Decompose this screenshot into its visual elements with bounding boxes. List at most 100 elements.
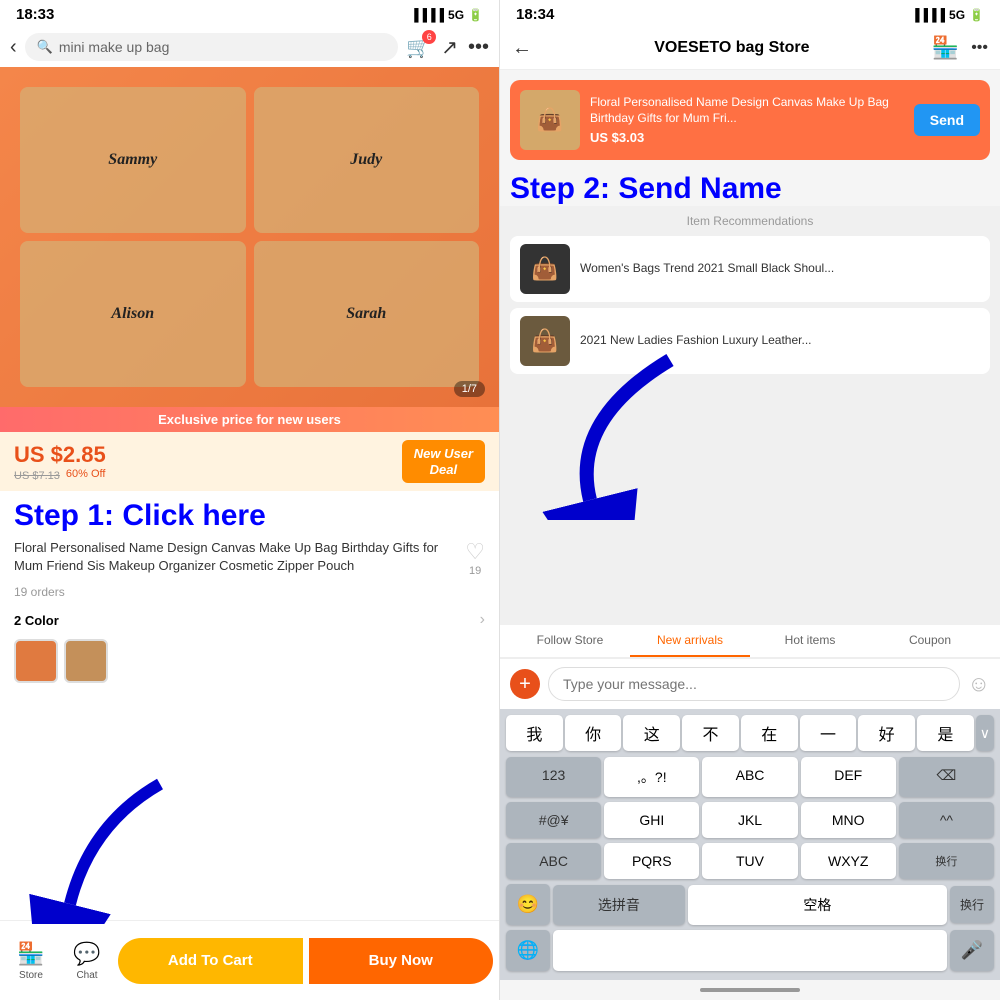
back-button-right[interactable]: ←: [512, 37, 532, 60]
tab-follow-store[interactable]: Follow Store: [510, 625, 630, 657]
key-abc2[interactable]: ABC: [506, 843, 601, 879]
quick-char-shi[interactable]: 是: [917, 715, 974, 751]
quick-char-hao[interactable]: 好: [858, 715, 915, 751]
key-pqrs[interactable]: PQRS: [604, 843, 699, 879]
exclusive-banner: Exclusive price for new users: [0, 407, 499, 432]
share-button[interactable]: ↗: [441, 35, 458, 60]
quick-char-zhe[interactable]: 这: [623, 715, 680, 751]
status-icons-left: ▐▐▐▐ 5G 🔋: [410, 8, 483, 22]
right-screen: 18:34 ▐▐▐▐ 5G 🔋 ← VOESETO bag Store 🏪 ••…: [500, 0, 1000, 1000]
key-globe[interactable]: 🌐: [506, 930, 550, 971]
message-input[interactable]: [548, 667, 960, 701]
quick-char-wo[interactable]: 我: [506, 715, 563, 751]
price-current: US $2.85: [14, 442, 106, 468]
key-backspace[interactable]: ⌫: [899, 757, 994, 797]
store-nav-button[interactable]: 🏪 Store: [6, 941, 56, 981]
bag-item-judy: Judy: [254, 87, 480, 233]
key-emoji[interactable]: 😊: [506, 884, 550, 925]
network-right: 5G: [949, 8, 965, 22]
bag-name-3: Alison: [111, 305, 154, 323]
more-button-right[interactable]: •••: [971, 39, 988, 57]
rec-item-1[interactable]: 👜 Women's Bags Trend 2021 Small Black Sh…: [510, 236, 990, 302]
key-pinyin[interactable]: 选拼音: [553, 885, 685, 925]
key-newline[interactable]: 换行: [950, 886, 994, 923]
quick-char-bu[interactable]: 不: [682, 715, 739, 751]
bag-item-sarah: Sarah: [254, 241, 480, 387]
key-caret[interactable]: ^^: [899, 802, 994, 838]
key-tuv[interactable]: TUV: [702, 843, 797, 879]
store-icon-right[interactable]: 🏪: [932, 35, 959, 61]
add-attachment-button[interactable]: +: [510, 669, 540, 699]
chat-label: Chat: [76, 970, 97, 981]
color-section: 2 Color ›: [0, 605, 499, 635]
color-label: 2 Color: [14, 613, 59, 628]
bag-item-alison: Alison: [20, 241, 246, 387]
back-button-left[interactable]: ‹: [10, 36, 17, 59]
bag-name-1: Sammy: [108, 151, 157, 169]
key-mno[interactable]: MNO: [801, 802, 896, 838]
chat-nav-button[interactable]: 💬 Chat: [62, 941, 112, 981]
price-row: US $2.85 US $7.13 60% Off New UserDeal: [0, 432, 499, 491]
home-bar: [700, 988, 800, 992]
key-return[interactable]: 换行: [899, 843, 994, 879]
chat-tabs: Follow Store New arrivals Hot items Coup…: [500, 625, 1000, 658]
rec-thumb-2: 👜: [520, 316, 570, 366]
more-button[interactable]: •••: [468, 36, 489, 59]
emoji-button[interactable]: ☺: [968, 671, 990, 697]
key-jkl[interactable]: JKL: [702, 802, 797, 838]
key-123[interactable]: 123: [506, 757, 601, 797]
top-icons: 🛒 6 ↗ •••: [406, 35, 489, 60]
top-bar-left: ‹ 🔍 mini make up bag 🛒 6 ↗ •••: [0, 27, 499, 67]
heart-icon: ♡: [465, 539, 485, 565]
keyboard-row-4: 😊 选拼音 空格 换行: [504, 884, 996, 925]
buy-now-button[interactable]: Buy Now: [309, 938, 494, 984]
step2-label: Step 2: Send Name: [500, 170, 1000, 206]
rec-thumb-1: 👜: [520, 244, 570, 294]
keyboard-row-3: ABC PQRS TUV WXYZ 换行: [504, 843, 996, 879]
collapse-suggestions-button[interactable]: ∨: [976, 715, 994, 751]
key-def[interactable]: DEF: [801, 757, 896, 797]
status-bar-left: 18:33 ▐▐▐▐ 5G 🔋: [0, 0, 499, 27]
color-swatch-1[interactable]: [14, 639, 58, 683]
chat-messages-area: Item Recommendations 👜 Women's Bags Tren…: [500, 206, 1000, 625]
store-title: VOESETO bag Store: [544, 39, 920, 57]
cart-badge: 6: [422, 30, 436, 44]
bottom-nav: 🏪 Store 💬 Chat Add To Cart Buy Now: [0, 920, 499, 1000]
search-bar[interactable]: 🔍 mini make up bag: [25, 33, 399, 61]
key-space[interactable]: 空格: [688, 885, 947, 925]
chevron-right-icon[interactable]: ›: [480, 611, 485, 629]
price-original: US $7.13: [14, 470, 60, 482]
color-swatches: [0, 639, 499, 689]
new-user-deal-badge: New UserDeal: [402, 440, 485, 483]
tab-hot-items[interactable]: Hot items: [750, 625, 870, 657]
tab-coupon[interactable]: Coupon: [870, 625, 990, 657]
battery-icon-left: 🔋: [468, 8, 483, 22]
orders-count: 19 orders: [0, 585, 499, 605]
bag-name-2: Judy: [350, 151, 382, 169]
key-symbols[interactable]: #@¥: [506, 802, 601, 838]
tab-new-arrivals[interactable]: New arrivals: [630, 625, 750, 657]
key-wxyz[interactable]: WXYZ: [801, 843, 896, 879]
wishlist-button[interactable]: ♡ 19: [465, 539, 485, 577]
quick-char-yi[interactable]: 一: [800, 715, 857, 751]
add-to-cart-button[interactable]: Add To Cart: [118, 938, 303, 984]
bag-item-sammy: Sammy: [20, 87, 246, 233]
key-space2[interactable]: [553, 930, 947, 971]
color-swatch-2[interactable]: [64, 639, 108, 683]
quick-char-zai[interactable]: 在: [741, 715, 798, 751]
step1-label: Step 1: Click here: [0, 491, 499, 535]
key-ghi[interactable]: GHI: [604, 802, 699, 838]
rec-item-2[interactable]: 👜 2021 New Ladies Fashion Luxury Leather…: [510, 308, 990, 374]
keyboard-row-2: #@¥ GHI JKL MNO ^^: [504, 802, 996, 838]
quick-char-ni[interactable]: 你: [565, 715, 622, 751]
key-abc[interactable]: ABC: [702, 757, 797, 797]
key-mic[interactable]: 🎤: [950, 930, 994, 971]
time-left: 18:33: [16, 6, 54, 23]
chat-product-card: 👜 Floral Personalised Name Design Canvas…: [510, 80, 990, 160]
bag-grid: Sammy Judy Alison Sarah: [0, 67, 499, 407]
send-button[interactable]: Send: [914, 104, 980, 136]
chat-input-row: + ☺: [500, 658, 1000, 709]
key-punctuation[interactable]: ,。?!: [604, 757, 699, 797]
cart-button[interactable]: 🛒 6: [406, 35, 431, 60]
time-right: 18:34: [516, 6, 554, 23]
